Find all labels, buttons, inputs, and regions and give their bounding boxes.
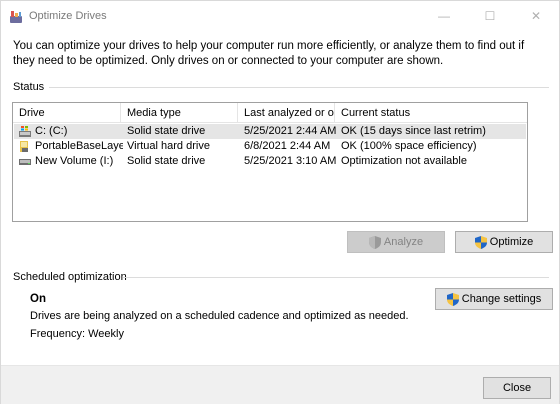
shield-icon bbox=[368, 235, 381, 249]
change-settings-button[interactable]: Change settings bbox=[435, 288, 553, 310]
optimize-drives-window: Optimize Drives — ☐ ✕ You can optimize y… bbox=[0, 0, 560, 404]
change-settings-label: Change settings bbox=[461, 293, 542, 305]
media-type-cell: Solid state drive bbox=[127, 155, 206, 167]
drive-name: PortableBaseLayer ... bbox=[35, 140, 123, 152]
shield-icon bbox=[446, 292, 459, 306]
last-analyzed-cell: 5/25/2021 3:10 AM bbox=[244, 155, 336, 167]
drives-list[interactable]: Drive Media type Last analyzed or o... C… bbox=[12, 102, 528, 222]
drive-cell: PortableBaseLayer ... bbox=[19, 139, 123, 154]
current-status-cell: Optimization not available bbox=[341, 155, 467, 167]
scheduled-optimization-label: Scheduled optimization bbox=[13, 271, 127, 283]
table-row[interactable]: New Volume (I:) Solid state drive 5/25/2… bbox=[14, 154, 526, 169]
system-drive-icon bbox=[19, 126, 31, 137]
close-button[interactable]: Close bbox=[483, 377, 551, 399]
maximize-button[interactable]: ☐ bbox=[467, 1, 513, 31]
optimize-button[interactable]: Optimize bbox=[455, 231, 553, 253]
optimize-label: Optimize bbox=[489, 236, 534, 248]
drive-name: C: (C:) bbox=[35, 125, 68, 137]
virtual-drive-icon bbox=[20, 141, 28, 152]
optimize-drives-icon bbox=[10, 11, 22, 23]
media-type-cell: Solid state drive bbox=[127, 125, 206, 137]
drive-cell: New Volume (I:) bbox=[19, 154, 123, 169]
list-header: Drive Media type Last analyzed or o... C… bbox=[13, 103, 527, 123]
status-label: Status bbox=[13, 81, 45, 93]
dialog-footer bbox=[1, 365, 559, 404]
column-header-last-analyzed[interactable]: Last analyzed or o... bbox=[238, 103, 335, 123]
current-status-cell: OK (100% space efficiency) bbox=[341, 140, 477, 152]
table-row[interactable]: PortableBaseLayer ... Virtual hard drive… bbox=[14, 139, 526, 154]
drive-cell: C: (C:) bbox=[19, 124, 123, 139]
column-header-media-type[interactable]: Media type bbox=[121, 103, 238, 123]
last-analyzed-cell: 5/25/2021 2:44 AM bbox=[244, 125, 336, 137]
window-title: Optimize Drives bbox=[29, 10, 107, 22]
schedule-state: On bbox=[30, 293, 46, 305]
close-window-button[interactable]: ✕ bbox=[513, 1, 559, 31]
schedule-description: Drives are being analyzed on a scheduled… bbox=[30, 310, 409, 322]
drive-icon bbox=[19, 159, 31, 165]
current-status-cell: OK (15 days since last retrim) bbox=[341, 125, 486, 137]
column-header-current-status[interactable]: Current status bbox=[335, 103, 527, 123]
table-row[interactable]: C: (C:) Solid state drive 5/25/2021 2:44… bbox=[14, 124, 526, 139]
last-analyzed-cell: 6/8/2021 2:44 AM bbox=[244, 140, 331, 152]
column-header-drive[interactable]: Drive bbox=[13, 103, 121, 123]
scheduled-divider bbox=[123, 277, 549, 278]
shield-icon bbox=[474, 235, 487, 249]
minimize-button[interactable]: — bbox=[421, 1, 467, 31]
drive-name: New Volume (I:) bbox=[35, 155, 114, 167]
analyze-button[interactable]: Analyze bbox=[347, 231, 445, 253]
analyze-label: Analyze bbox=[383, 236, 424, 248]
media-type-cell: Virtual hard drive bbox=[127, 140, 210, 152]
schedule-frequency: Frequency: Weekly bbox=[30, 328, 124, 340]
intro-text: You can optimize your drives to help you… bbox=[13, 40, 525, 67]
title-bar[interactable]: Optimize Drives — ☐ ✕ bbox=[1, 1, 559, 31]
status-divider bbox=[49, 87, 549, 88]
